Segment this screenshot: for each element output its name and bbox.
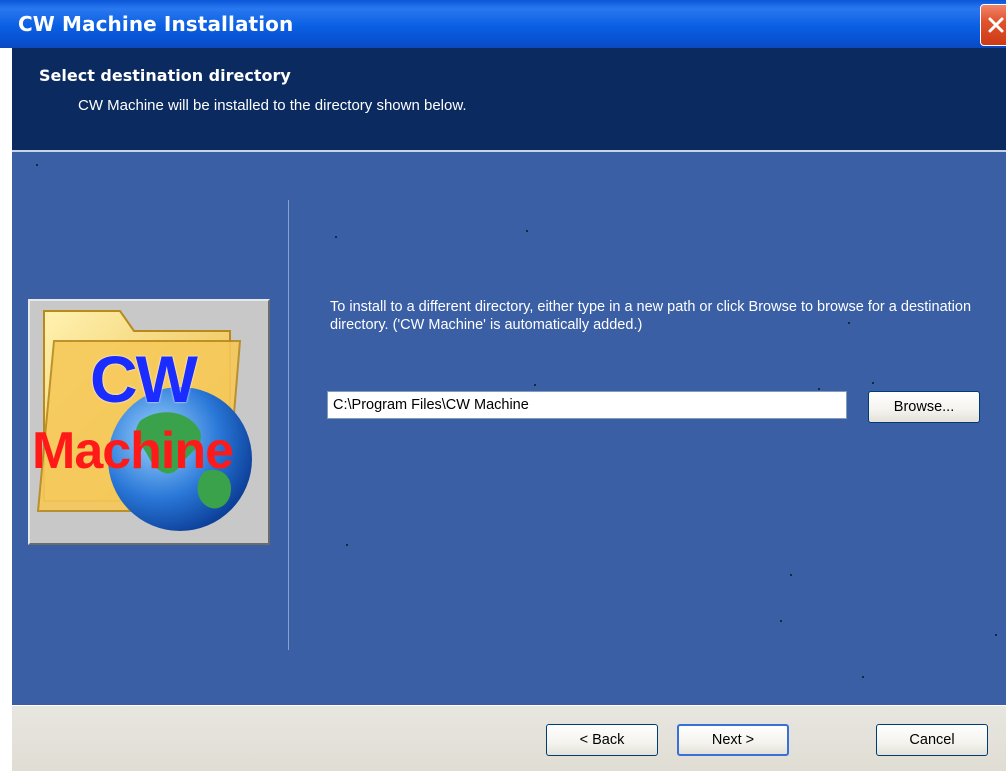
wizard-header: Select destination directory CW Machine … (12, 48, 1006, 150)
product-logo: CW Machine (28, 299, 270, 545)
close-icon (988, 17, 1004, 33)
destination-path-input[interactable]: C:\Program Files\CW Machine (327, 391, 847, 419)
logo-text-machine: Machine (32, 422, 234, 480)
wizard-footer: < Back Next > Cancel (12, 705, 1006, 771)
instructions-text: To install to a different directory, eit… (330, 299, 972, 333)
window-frame-left (0, 48, 12, 770)
close-button[interactable] (980, 4, 1006, 46)
title-bar[interactable]: CW Machine Installation (0, 0, 1006, 48)
wizard-body: CW Machine To install to a different dir… (12, 152, 1006, 705)
back-button[interactable]: < Back (546, 724, 658, 756)
installer-window: CW Machine Installation Select destinati… (0, 0, 1006, 771)
step-description: CW Machine will be installed to the dire… (78, 97, 467, 114)
window-title: CW Machine Installation (18, 12, 294, 36)
browse-button[interactable]: Browse... (868, 391, 980, 423)
cancel-button[interactable]: Cancel (876, 724, 988, 756)
next-button[interactable]: Next > (677, 724, 789, 756)
panel-divider (288, 200, 289, 650)
logo-text-cw: CW (90, 342, 198, 416)
step-title: Select destination directory (39, 66, 291, 85)
